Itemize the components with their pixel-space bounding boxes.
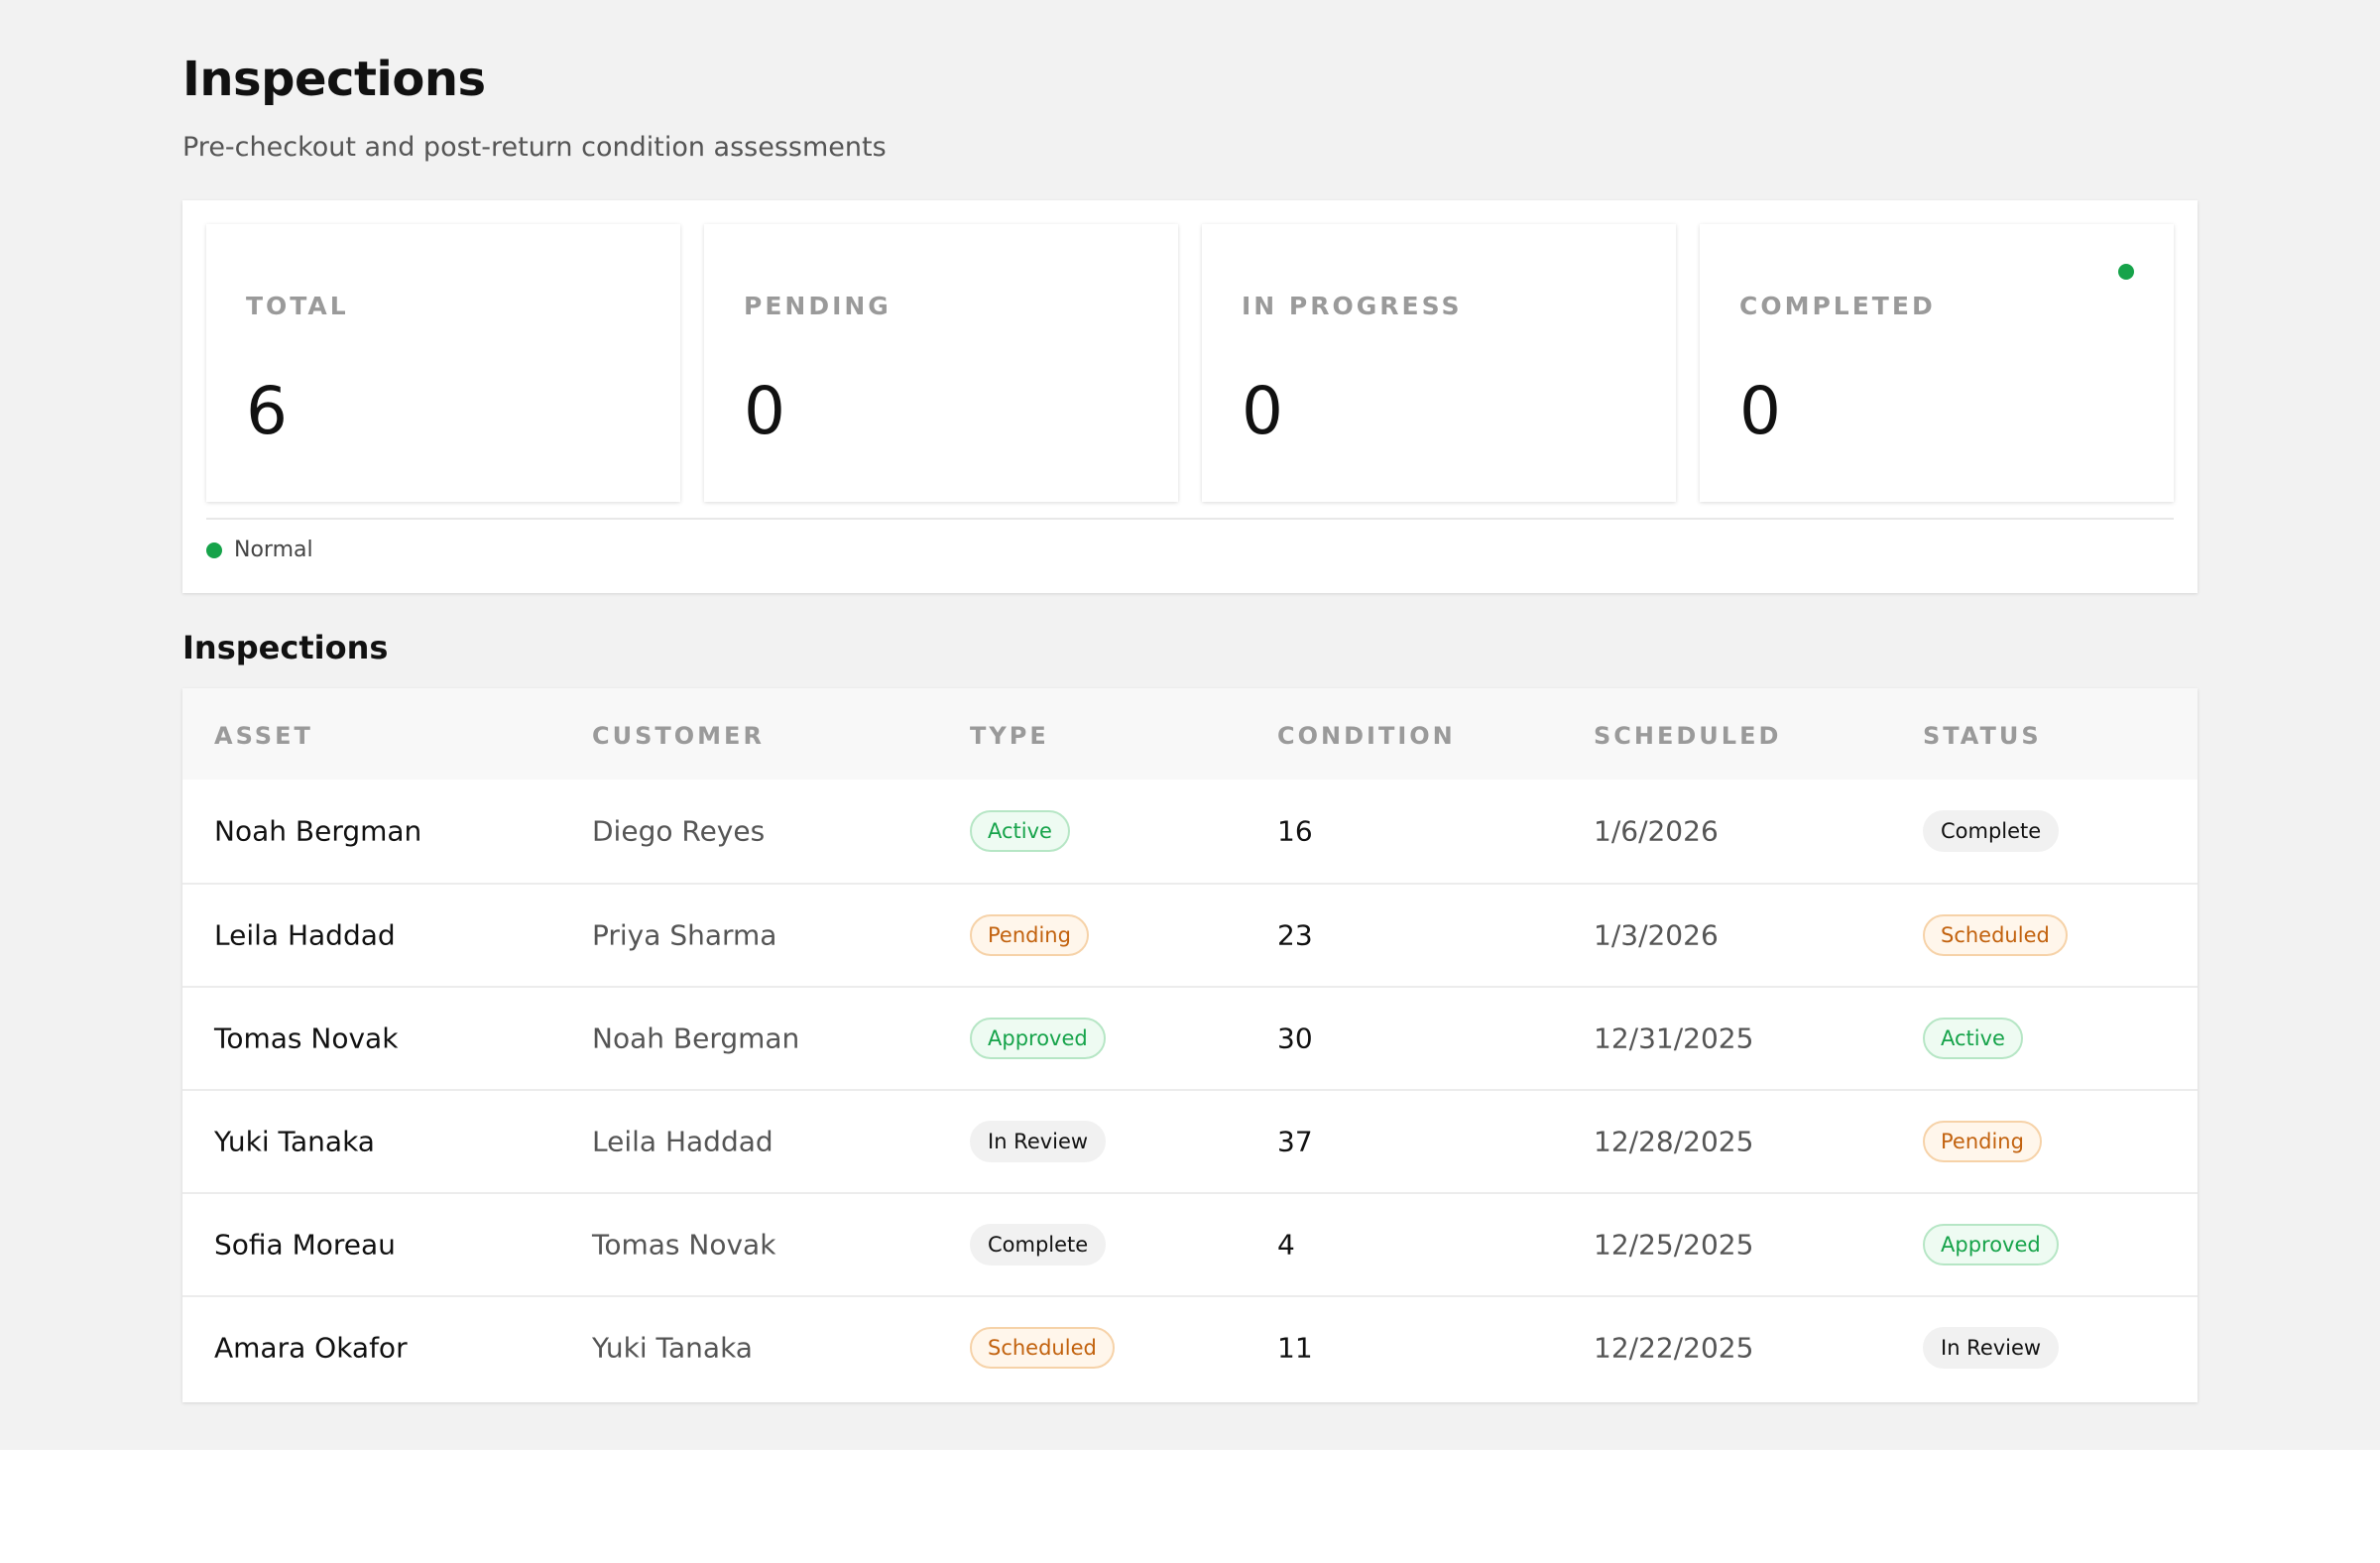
legend-label: Normal xyxy=(234,538,313,562)
cell-condition: 16 xyxy=(1277,814,1313,848)
type-badge: Approved xyxy=(970,1018,1106,1059)
stat-label: TOTAL xyxy=(246,292,349,320)
status-badge: Scheduled xyxy=(1923,914,2068,956)
stat-card-total: TOTAL 6 xyxy=(206,224,680,502)
cell-scheduled: 12/31/2025 xyxy=(1594,1022,1754,1055)
stat-label: PENDING xyxy=(744,292,892,320)
table-row[interactable]: Leila Haddad Priya Sharma Pending 23 1/3… xyxy=(182,883,2198,986)
stat-card-in-progress: IN PROGRESS 0 xyxy=(1202,224,1676,502)
cell-customer: Leila Haddad xyxy=(592,1125,774,1158)
type-badge: In Review xyxy=(970,1121,1107,1162)
stat-card-completed: COMPLETED 0 xyxy=(1700,224,2174,502)
column-header-asset[interactable]: ASSET xyxy=(214,722,313,750)
type-badge: Complete xyxy=(970,1224,1107,1265)
cell-asset: Sofia Moreau xyxy=(214,1228,396,1262)
inspections-table: ASSET CUSTOMER TYPE CONDITION SCHEDULED … xyxy=(182,688,2198,1402)
cell-scheduled: 1/6/2026 xyxy=(1594,814,1719,848)
section-title: Inspections xyxy=(182,629,389,666)
cell-scheduled: 1/3/2026 xyxy=(1594,918,1719,952)
stat-label: IN PROGRESS xyxy=(1242,292,1463,320)
cell-condition: 30 xyxy=(1277,1022,1313,1055)
cell-condition: 11 xyxy=(1277,1331,1313,1365)
cell-scheduled: 12/28/2025 xyxy=(1594,1125,1754,1158)
status-badge: Pending xyxy=(1923,1121,2042,1162)
page-subtitle: Pre-checkout and post-return condition a… xyxy=(182,132,887,163)
type-badge: Scheduled xyxy=(970,1327,1115,1369)
stat-value: 6 xyxy=(246,373,288,449)
column-header-type[interactable]: TYPE xyxy=(970,722,1049,750)
cell-scheduled: 12/25/2025 xyxy=(1594,1228,1754,1262)
stat-label: COMPLETED xyxy=(1739,292,1936,320)
table-header: ASSET CUSTOMER TYPE CONDITION SCHEDULED … xyxy=(182,688,2198,780)
stat-value: 0 xyxy=(1242,373,1283,449)
stat-value: 0 xyxy=(1739,373,1781,449)
cell-asset: Amara Okafor xyxy=(214,1331,408,1365)
stat-card-pending: PENDING 0 xyxy=(704,224,1178,502)
cell-asset: Noah Bergman xyxy=(214,814,422,848)
cell-condition: 4 xyxy=(1277,1228,1295,1262)
table-row[interactable]: Yuki Tanaka Leila Haddad In Review 37 12… xyxy=(182,1089,2198,1192)
type-badge: Pending xyxy=(970,914,1089,956)
cell-condition: 37 xyxy=(1277,1125,1313,1158)
legend: Normal xyxy=(206,538,313,562)
type-badge: Active xyxy=(970,810,1070,852)
status-badge: Complete xyxy=(1923,810,2060,852)
table-row[interactable]: Tomas Novak Noah Bergman Approved 30 12/… xyxy=(182,986,2198,1089)
divider xyxy=(206,518,2174,520)
cell-customer: Priya Sharma xyxy=(592,918,777,952)
cell-asset: Tomas Novak xyxy=(214,1022,399,1055)
table-row[interactable]: Sofia Moreau Tomas Novak Complete 4 12/2… xyxy=(182,1192,2198,1295)
table-row[interactable]: Noah Bergman Diego Reyes Active 16 1/6/2… xyxy=(182,780,2198,883)
column-header-status[interactable]: STATUS xyxy=(1923,722,2042,750)
status-badge: Approved xyxy=(1923,1224,2059,1265)
table-row[interactable]: Amara Okafor Yuki Tanaka Scheduled 11 12… xyxy=(182,1295,2198,1398)
cell-asset: Leila Haddad xyxy=(214,918,396,952)
cell-customer: Tomas Novak xyxy=(592,1228,776,1262)
legend-dot-icon xyxy=(206,541,222,558)
column-header-customer[interactable]: CUSTOMER xyxy=(592,722,765,750)
status-badge: In Review xyxy=(1923,1327,2060,1369)
cell-condition: 23 xyxy=(1277,918,1313,952)
cell-customer: Diego Reyes xyxy=(592,814,766,848)
page-title: Inspections xyxy=(182,52,486,107)
cell-customer: Noah Bergman xyxy=(592,1022,800,1055)
status-dot-icon xyxy=(2118,264,2134,280)
column-header-condition[interactable]: CONDITION xyxy=(1277,722,1456,750)
cell-scheduled: 12/22/2025 xyxy=(1594,1331,1754,1365)
stats-panel: TOTAL 6 PENDING 0 IN PROGRESS 0 COMPLETE… xyxy=(182,200,2198,593)
column-header-scheduled[interactable]: SCHEDULED xyxy=(1594,722,1781,750)
cell-asset: Yuki Tanaka xyxy=(214,1125,375,1158)
stat-value: 0 xyxy=(744,373,785,449)
page-background: Inspections Pre-checkout and post-return… xyxy=(0,0,2380,1450)
status-badge: Active xyxy=(1923,1018,2023,1059)
cell-customer: Yuki Tanaka xyxy=(592,1331,753,1365)
